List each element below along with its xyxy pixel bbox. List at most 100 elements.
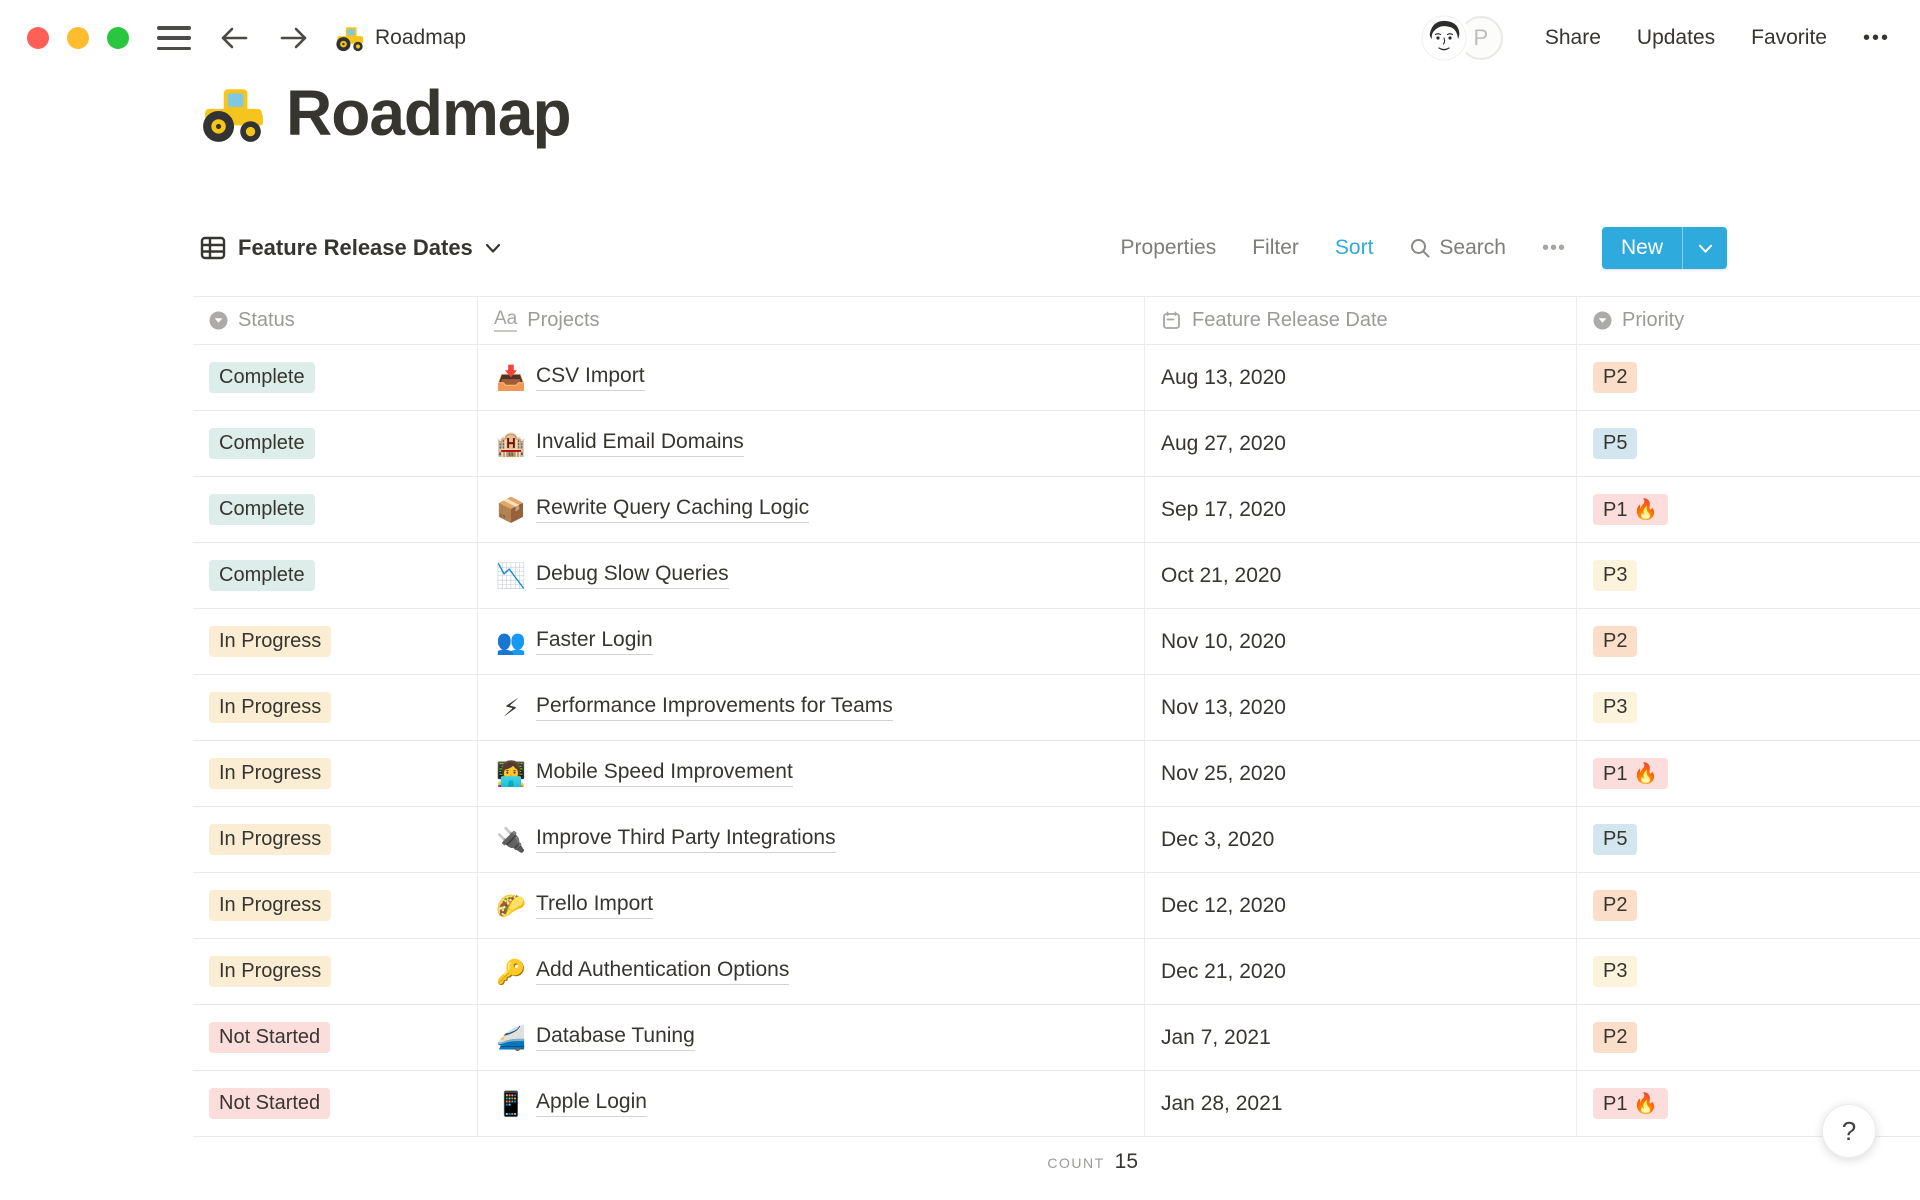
share-button[interactable]: Share (1545, 26, 1601, 50)
status-cell[interactable]: In Progress (193, 675, 478, 740)
project-cell[interactable]: 📉 Debug Slow Queries (478, 543, 1145, 608)
status-cell[interactable]: In Progress (193, 873, 478, 938)
priority-badge: P3 (1593, 692, 1638, 723)
project-cell[interactable]: 📦 Rewrite Query Caching Logic (478, 477, 1145, 542)
project-link[interactable]: Debug Slow Queries (536, 562, 729, 589)
project-link[interactable]: Trello Import (536, 892, 654, 919)
priority-cell[interactable]: P2 (1577, 873, 1920, 938)
date-cell[interactable]: Dec 21, 2020 (1145, 939, 1577, 1004)
priority-badge: P2 (1593, 362, 1638, 393)
status-cell[interactable]: Not Started (193, 1005, 478, 1070)
priority-cell[interactable]: P3 (1577, 939, 1920, 1004)
status-cell[interactable]: Not Started (193, 1071, 478, 1136)
new-button-label[interactable]: New (1602, 227, 1682, 269)
date-cell[interactable]: Sep 17, 2020 (1145, 477, 1577, 542)
project-cell[interactable]: 👩‍💻 Mobile Speed Improvement (478, 741, 1145, 806)
forward-arrow-icon[interactable] (277, 24, 311, 52)
view-selector[interactable]: Feature Release Dates (193, 235, 501, 261)
sort-button[interactable]: Sort (1335, 236, 1374, 260)
status-cell[interactable]: In Progress (193, 741, 478, 806)
priority-badge: P2 (1593, 626, 1638, 657)
project-cell[interactable]: 👥 Faster Login (478, 609, 1145, 674)
project-link[interactable]: Apple Login (536, 1090, 647, 1117)
minimize-window-button[interactable] (67, 27, 89, 49)
date-cell[interactable]: Aug 13, 2020 (1145, 345, 1577, 410)
status-cell[interactable]: Complete (193, 477, 478, 542)
project-link[interactable]: Performance Improvements for Teams (536, 694, 893, 721)
priority-cell[interactable]: P2 (1577, 609, 1920, 674)
table-row: Complete 🏨 Invalid Email Domains Aug 27,… (193, 411, 1920, 477)
close-window-button[interactable] (27, 27, 49, 49)
date-cell[interactable]: Jan 28, 2021 (1145, 1071, 1577, 1136)
zoom-window-button[interactable] (107, 27, 129, 49)
project-cell[interactable]: 📱 Apple Login (478, 1071, 1145, 1136)
date-cell[interactable]: Nov 13, 2020 (1145, 675, 1577, 740)
project-cell[interactable]: 🔑 Add Authentication Options (478, 939, 1145, 1004)
project-cell[interactable]: 🏨 Invalid Email Domains (478, 411, 1145, 476)
table-row: Complete 📥 CSV Import Aug 13, 2020 P2 (193, 345, 1920, 411)
date-cell[interactable]: Oct 21, 2020 (1145, 543, 1577, 608)
filter-button[interactable]: Filter (1252, 236, 1299, 260)
project-link[interactable]: Faster Login (536, 628, 653, 655)
search-button[interactable]: Search (1409, 236, 1506, 260)
project-link[interactable]: Database Tuning (536, 1024, 695, 1051)
favorite-button[interactable]: Favorite (1751, 26, 1827, 50)
project-link[interactable]: Mobile Speed Improvement (536, 760, 793, 787)
project-emoji-icon: 🔌 (496, 825, 526, 854)
help-button[interactable]: ? (1822, 1104, 1876, 1158)
project-cell[interactable]: 📥 CSV Import (478, 345, 1145, 410)
column-header-projects[interactable]: Aa Projects (478, 297, 1145, 344)
project-cell[interactable]: ⚡ Performance Improvements for Teams (478, 675, 1145, 740)
date-cell[interactable]: Dec 3, 2020 (1145, 807, 1577, 872)
avatar-face[interactable] (1420, 15, 1467, 61)
more-options-icon[interactable]: ••• (1863, 27, 1890, 50)
project-cell[interactable]: 🔌 Improve Third Party Integrations (478, 807, 1145, 872)
new-dropdown-button[interactable] (1683, 227, 1727, 269)
priority-cell[interactable]: P3 (1577, 675, 1920, 740)
view-more-icon[interactable]: ••• (1542, 237, 1566, 260)
priority-cell[interactable]: P5 (1577, 807, 1920, 872)
tractor-icon[interactable] (200, 80, 266, 146)
priority-badge: P5 (1593, 824, 1638, 855)
status-cell[interactable]: Complete (193, 543, 478, 608)
priority-cell[interactable]: P1 🔥 (1577, 477, 1920, 542)
column-header-priority[interactable]: Priority (1577, 297, 1920, 344)
priority-cell[interactable]: P5 (1577, 411, 1920, 476)
collaborator-avatars[interactable]: P (1420, 15, 1505, 61)
breadcrumb[interactable]: Roadmap (335, 23, 466, 53)
date-cell[interactable]: Nov 10, 2020 (1145, 609, 1577, 674)
status-cell[interactable]: In Progress (193, 609, 478, 674)
project-link[interactable]: CSV Import (536, 364, 645, 391)
text-property-icon: Aa (494, 308, 518, 332)
properties-button[interactable]: Properties (1121, 236, 1217, 260)
table-row: Not Started 🚄 Database Tuning Jan 7, 202… (193, 1005, 1920, 1071)
project-link[interactable]: Improve Third Party Integrations (536, 826, 836, 853)
project-cell[interactable]: 🌮 Trello Import (478, 873, 1145, 938)
status-cell[interactable]: In Progress (193, 807, 478, 872)
priority-cell[interactable]: P3 (1577, 543, 1920, 608)
date-cell[interactable]: Jan 7, 2021 (1145, 1005, 1577, 1070)
column-header-status[interactable]: Status (193, 297, 478, 344)
column-label: Feature Release Date (1192, 309, 1388, 331)
column-header-date[interactable]: Feature Release Date (1145, 297, 1577, 344)
priority-cell[interactable]: P2 (1577, 1005, 1920, 1070)
date-cell[interactable]: Dec 12, 2020 (1145, 873, 1577, 938)
date-cell[interactable]: Aug 27, 2020 (1145, 411, 1577, 476)
status-cell[interactable]: In Progress (193, 939, 478, 1004)
priority-cell[interactable]: P1 🔥 (1577, 741, 1920, 806)
back-arrow-icon[interactable] (217, 24, 251, 52)
project-link[interactable]: Rewrite Query Caching Logic (536, 496, 810, 523)
column-calculation-count[interactable]: COUNT 15 (193, 1150, 1148, 1174)
priority-cell[interactable]: P2 (1577, 345, 1920, 410)
updates-button[interactable]: Updates (1637, 26, 1715, 50)
project-link[interactable]: Add Authentication Options (536, 958, 790, 985)
sidebar-menu-icon[interactable] (157, 26, 191, 50)
date-cell[interactable]: Nov 25, 2020 (1145, 741, 1577, 806)
project-cell[interactable]: 🚄 Database Tuning (478, 1005, 1145, 1070)
page-title[interactable]: Roadmap (286, 81, 572, 145)
table-body: Complete 📥 CSV Import Aug 13, 2020 P2 Co… (193, 345, 1920, 1137)
new-button[interactable]: New (1601, 227, 1727, 269)
status-cell[interactable]: Complete (193, 345, 478, 410)
project-link[interactable]: Invalid Email Domains (536, 430, 744, 457)
status-cell[interactable]: Complete (193, 411, 478, 476)
